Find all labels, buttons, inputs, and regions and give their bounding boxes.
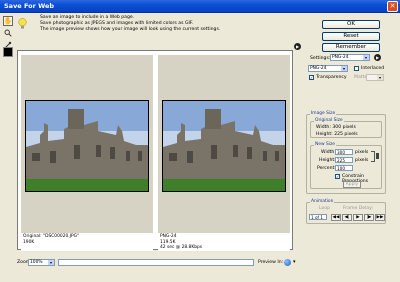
chevron-down-icon: ▾	[341, 66, 347, 71]
settings-label: Settings:	[310, 56, 331, 61]
window-title: Save For Web	[4, 2, 55, 10]
format-select[interactable]: PNG-24 ▾	[308, 65, 348, 72]
original-height: Height: 225 pixels	[316, 132, 358, 137]
constrain-proportions-checkbox[interactable]: ✓	[335, 174, 340, 179]
link-bracket	[371, 151, 375, 162]
optimized-pane: PNG-24 119.5K 42 sec @ 28.8Kbps	[158, 55, 290, 251]
new-size-group: New Size Width: 300 pixels Height: 225 p…	[310, 142, 382, 189]
settings-preset-select[interactable]: PNG-24 ▾	[330, 54, 370, 61]
optimize-menu-icon[interactable]: ▶	[294, 43, 301, 50]
height-unit: pixels	[355, 158, 369, 163]
interlaced-label: Interlaced	[361, 66, 385, 71]
cathedral-image	[26, 101, 148, 191]
close-icon[interactable]: ✕	[387, 1, 398, 12]
optimized-download-time: 42 sec @ 28.8Kbps	[160, 245, 203, 250]
first-frame-button[interactable]: ◀◀	[331, 214, 341, 221]
original-image[interactable]	[25, 100, 149, 192]
original-width: Width: 300 pixels	[316, 125, 356, 130]
image-size-group: Image Size Original Size Width: 300 pixe…	[306, 111, 386, 194]
original-size-title: Original Size	[314, 118, 344, 123]
hand-tool-icon[interactable]: ✋	[3, 16, 13, 26]
format-value: PNG-24	[310, 66, 327, 71]
info-line: The image preview shows how your image w…	[40, 27, 221, 32]
title-bar[interactable]: Save For Web ✕	[0, 0, 400, 13]
preview-in-label: Preview In:	[258, 260, 284, 265]
height-label: Height:	[319, 158, 336, 163]
optimized-image[interactable]	[162, 100, 286, 192]
last-frame-button[interactable]: ▶▶	[375, 214, 385, 221]
link-icon	[376, 153, 379, 159]
original-size-group: Original Size Width: 300 pixels Height: …	[310, 118, 382, 138]
interlaced-checkbox[interactable]	[354, 66, 359, 71]
matte-select[interactable]: ▾	[366, 74, 384, 81]
transparency-label: Transparency	[316, 75, 347, 80]
animation-title: Animation	[310, 199, 335, 204]
settings-preset-value: PNG-24	[332, 55, 349, 60]
cathedral-image	[163, 101, 285, 191]
apply-button[interactable]: Apply	[343, 181, 361, 188]
reset-button[interactable]: Reset	[322, 32, 380, 41]
image-size-title: Image Size	[310, 111, 337, 116]
width-input[interactable]: 300	[335, 149, 353, 155]
optimized-caption: PNG-24 119.5K 42 sec @ 28.8Kbps	[158, 233, 290, 251]
percent-input[interactable]: 100	[335, 165, 353, 171]
percent-label: Percent:	[317, 166, 336, 171]
zoom-select[interactable]: 100% ▾	[28, 259, 55, 266]
original-size: 190K	[23, 239, 35, 245]
width-unit: pixels	[355, 150, 369, 155]
preview-area: Original: "DSC00020.JPG" 190K PNG-24 119…	[17, 50, 293, 251]
play-button[interactable]: ▶	[353, 214, 363, 221]
next-frame-button[interactable]: |▶	[364, 214, 374, 221]
ok-button[interactable]: OK	[322, 20, 380, 29]
chevron-down-icon: ▾	[363, 55, 369, 60]
info-text: Save an image to include in a Web page. …	[40, 15, 300, 33]
width-label: Width:	[321, 150, 336, 155]
new-size-title: New Size	[314, 142, 336, 147]
chevron-down-icon: ▾	[48, 260, 54, 265]
original-pane: Original: "DSC00020.JPG" 190K	[21, 55, 153, 251]
loop-label: Loop	[319, 206, 331, 211]
lightbulb-icon	[18, 18, 27, 30]
status-field	[58, 259, 254, 266]
height-input[interactable]: 225	[335, 157, 353, 163]
frame-counter: 1 of 1	[309, 214, 327, 220]
settings-panel: Settings: PNG-24 ▾ ▶ PNG-24 ▾ Interlaced…	[306, 54, 384, 100]
animation-group: Animation Loop Frame Delay: 1 of 1 ◀◀ ◀|…	[306, 199, 386, 224]
zoom-value: 100%	[30, 260, 43, 265]
previous-frame-button[interactable]: ◀|	[342, 214, 352, 221]
settings-menu-icon[interactable]: ▶	[374, 54, 381, 61]
frame-delay-label: Frame Delay:	[343, 206, 374, 211]
eyedropper-color-swatch[interactable]	[3, 47, 13, 57]
original-caption: Original: "DSC00020.JPG" 190K	[21, 233, 153, 251]
save-for-web-dialog: Save For Web ✕ ✋ Save an image to includ…	[0, 0, 400, 282]
chevron-down-icon: ▾	[377, 75, 383, 80]
chevron-down-icon[interactable]: ▾	[293, 259, 296, 265]
transparency-checkbox[interactable]: ✓	[309, 75, 314, 80]
zoom-tool-icon[interactable]	[3, 28, 13, 38]
remember-button[interactable]: Remember	[322, 43, 380, 52]
browser-icon[interactable]	[284, 259, 291, 266]
